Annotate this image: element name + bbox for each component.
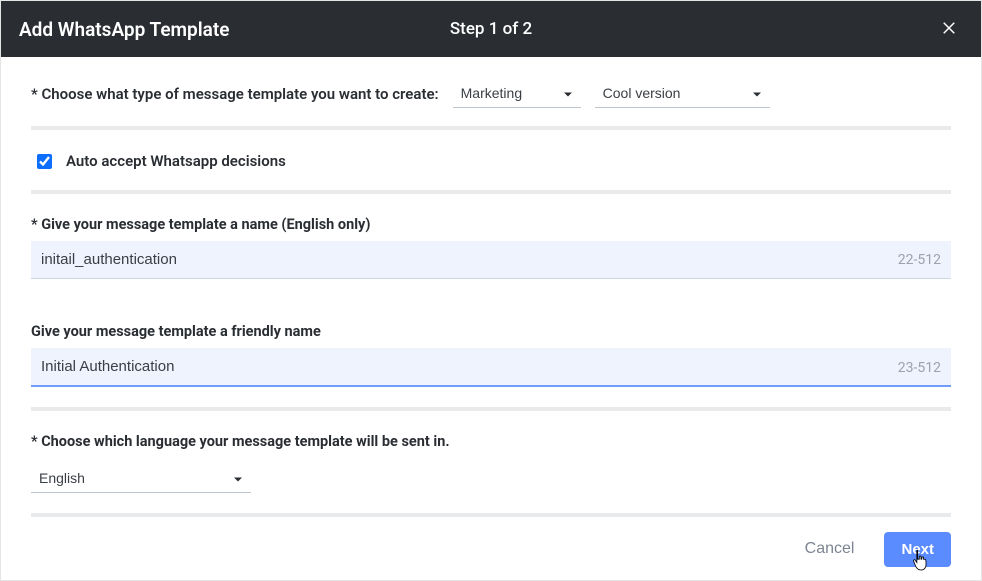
auto-accept-row: Auto accept Whatsapp decisions xyxy=(31,152,951,170)
type-row: * Choose what type of message template y… xyxy=(31,79,951,108)
spacer xyxy=(31,299,951,323)
auto-accept-label: Auto accept Whatsapp decisions xyxy=(66,152,286,170)
close-icon xyxy=(940,19,958,40)
language-row: * Choose which language your message tem… xyxy=(31,433,951,493)
template-name-input[interactable] xyxy=(31,241,951,279)
language-select-wrap: English xyxy=(31,464,251,493)
separator xyxy=(31,407,951,411)
auto-accept-checkbox[interactable] xyxy=(37,154,52,169)
dialog-body: * Choose what type of message template y… xyxy=(1,57,981,524)
next-button[interactable]: Next xyxy=(884,532,951,567)
variant-select-wrap: Cool version xyxy=(595,79,770,108)
friendly-name-row: Give your message template a friendly na… xyxy=(31,323,951,387)
template-name-counter: 22-512 xyxy=(898,252,941,268)
language-select[interactable]: English xyxy=(31,464,251,493)
message-type-select-wrap: Marketing xyxy=(453,79,581,108)
cancel-button[interactable]: Cancel xyxy=(805,540,855,558)
friendly-name-input[interactable] xyxy=(31,348,951,387)
language-label: * Choose which language your message tem… xyxy=(31,433,951,450)
variant-select[interactable]: Cool version xyxy=(595,79,770,108)
dialog-footer: Cancel Next xyxy=(1,524,981,580)
dialog-header: Add WhatsApp Template Step 1 of 2 xyxy=(1,1,981,57)
template-name-row: * Give your message template a name (Eng… xyxy=(31,216,951,279)
message-type-select[interactable]: Marketing xyxy=(453,79,581,108)
template-name-label: * Give your message template a name (Eng… xyxy=(31,216,951,233)
step-indicator: Step 1 of 2 xyxy=(450,19,532,39)
friendly-name-field-wrap: 23-512 xyxy=(31,348,951,387)
dialog-title: Add WhatsApp Template xyxy=(19,18,230,41)
close-button[interactable] xyxy=(935,15,963,43)
friendly-name-counter: 23-512 xyxy=(898,360,941,376)
add-whatsapp-template-dialog: Add WhatsApp Template Step 1 of 2 * Choo… xyxy=(0,0,982,581)
friendly-name-label: Give your message template a friendly na… xyxy=(31,323,951,340)
separator xyxy=(31,126,951,130)
type-label: * Choose what type of message template y… xyxy=(31,85,439,103)
separator xyxy=(31,190,951,194)
separator xyxy=(31,513,951,517)
template-name-field-wrap: 22-512 xyxy=(31,241,951,279)
